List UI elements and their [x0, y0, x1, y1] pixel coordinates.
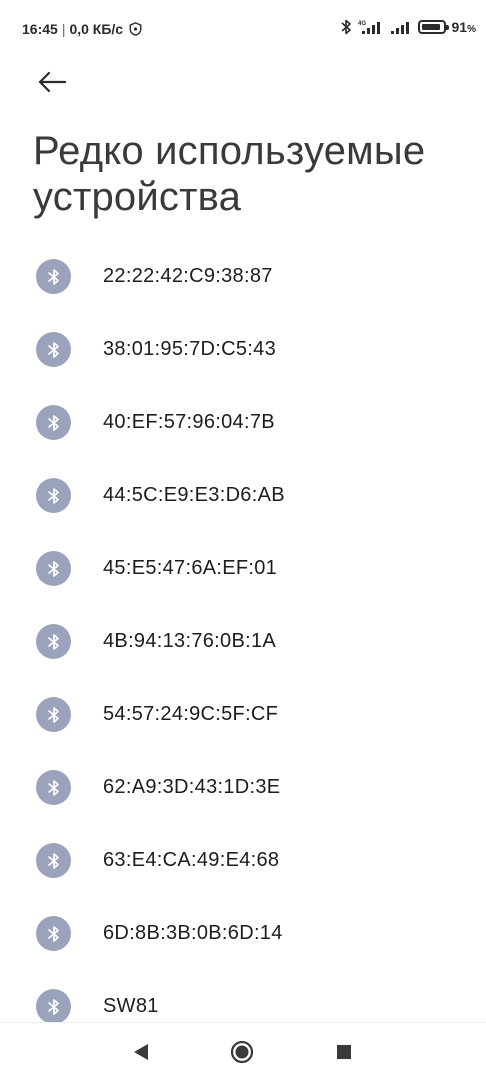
nav-recents-icon [337, 1045, 351, 1059]
status-bar: 16:45 | 0,0 КБ/с 4G 91% [0, 0, 486, 60]
nav-back-icon [134, 1044, 148, 1060]
signal-icon [390, 22, 409, 34]
device-item[interactable]: 62:A9:3D:43:1D:3E [0, 751, 486, 824]
navigation-bar [0, 1022, 486, 1080]
shield-icon [129, 22, 142, 36]
device-item[interactable]: 40:EF:57:96:04:7B [0, 386, 486, 459]
screen: 16:45 | 0,0 КБ/с 4G 91% Редко используем… [0, 0, 486, 1080]
device-item[interactable]: 54:57:24:9C:5F:CF [0, 678, 486, 751]
network-speed: 0,0 КБ/с [69, 21, 124, 37]
device-name: 63:E4:CA:49:E4:68 [103, 849, 280, 871]
device-item[interactable]: 63:E4:CA:49:E4:68 [0, 824, 486, 897]
bluetooth-icon [36, 259, 71, 294]
device-name: 62:A9:3D:43:1D:3E [103, 776, 281, 798]
device-name: 40:EF:57:96:04:7B [103, 411, 275, 433]
device-list: 22:22:42:C9:38:87 38:01:95:7D:C5:43 40:EF:… [0, 240, 486, 1043]
bluetooth-icon [36, 405, 71, 440]
bluetooth-icon [36, 478, 71, 513]
bluetooth-icon [36, 624, 71, 659]
battery-fill [421, 24, 440, 30]
arrow-left-icon [38, 71, 67, 93]
status-separator: | [61, 21, 66, 37]
device-name: 4B:94:13:76:0B:1A [103, 630, 277, 652]
nav-recents-button[interactable] [329, 1039, 359, 1065]
status-right: 4G 91% [340, 19, 476, 35]
bluetooth-icon [36, 989, 71, 1024]
status-time: 16:45 [22, 21, 58, 37]
page-title: Редко используемые устройства [33, 129, 426, 219]
bluetooth-icon [36, 551, 71, 586]
device-item[interactable]: 38:01:95:7D:C5:43 [0, 313, 486, 386]
device-name: 45:E5:47:6A:EF:01 [103, 557, 278, 579]
device-item[interactable]: 44:5C:E9:E3:D6:AB [0, 459, 486, 532]
bluetooth-icon [36, 697, 71, 732]
device-name: 44:5C:E9:E3:D6:AB [103, 484, 285, 506]
bluetooth-icon [36, 770, 71, 805]
svg-text:4G: 4G [358, 21, 366, 27]
device-name: 6D:8B:3B:0B:6D:14 [103, 922, 283, 944]
signal-4g-icon: 4G [358, 21, 380, 34]
device-name: 22:22:42:C9:38:87 [103, 265, 273, 287]
bluetooth-icon [36, 843, 71, 878]
device-item[interactable]: 6D:8B:3B:0B:6D:14 [0, 897, 486, 970]
device-name: 54:57:24:9C:5F:CF [103, 703, 279, 725]
device-name: 38:01:95:7D:C5:43 [103, 338, 277, 360]
bluetooth-icon [36, 916, 71, 951]
bluetooth-icon [36, 332, 71, 367]
nav-home-button[interactable] [227, 1039, 257, 1065]
device-item[interactable]: 45:E5:47:6A:EF:01 [0, 532, 486, 605]
device-item[interactable]: 4B:94:13:76:0B:1A [0, 605, 486, 678]
bluetooth-status-icon [340, 19, 351, 35]
status-left: 16:45 | 0,0 КБ/с [22, 21, 142, 37]
nav-home-icon [230, 1040, 254, 1064]
back-button[interactable] [30, 62, 74, 102]
device-name: SW81 [103, 995, 159, 1017]
device-item[interactable]: 22:22:42:C9:38:87 [0, 240, 486, 313]
battery-icon [417, 20, 449, 34]
battery-percent: 91% [451, 19, 476, 35]
nav-back-button[interactable] [126, 1039, 156, 1065]
